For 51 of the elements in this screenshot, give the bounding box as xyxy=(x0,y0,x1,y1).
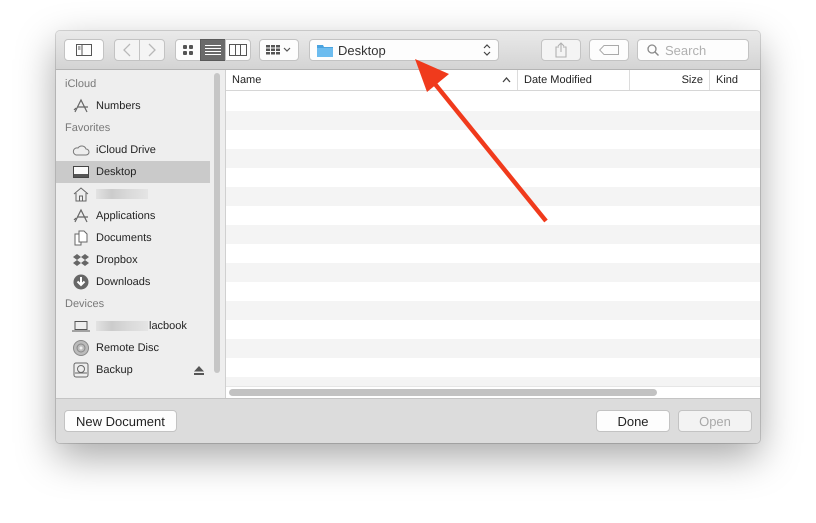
app-store-a-icon xyxy=(72,98,90,114)
search-field[interactable]: Search xyxy=(637,39,749,61)
new-document-button[interactable]: New Document xyxy=(64,410,177,432)
eject-icon[interactable] xyxy=(194,366,204,374)
column-view-button[interactable] xyxy=(225,39,251,61)
column-header[interactable]: Kind xyxy=(710,70,760,90)
sidebar-item[interactable]: lacbook xyxy=(56,315,210,337)
sidebar-item[interactable]: Dropbox xyxy=(56,249,210,271)
arrange-menu-button[interactable] xyxy=(259,39,299,61)
share-icon xyxy=(555,42,567,58)
folder-icon xyxy=(317,44,333,56)
tag-icon xyxy=(599,45,619,55)
grid-icon xyxy=(182,44,194,56)
list-view-button[interactable] xyxy=(200,39,226,61)
search-icon xyxy=(647,44,659,56)
sidebar-item[interactable]: Backup xyxy=(56,359,210,381)
download-icon xyxy=(72,274,90,290)
sidebar-item[interactable]: Numbers xyxy=(56,95,210,117)
grid-dropdown-icon xyxy=(266,45,292,55)
sidebar-item[interactable]: iCloud Drive xyxy=(56,139,210,161)
done-button[interactable]: Done xyxy=(596,410,670,432)
sidebar-item[interactable]: Documents xyxy=(56,227,210,249)
house-icon xyxy=(72,186,90,202)
sidebar-toggle-icon xyxy=(76,44,92,56)
list-icon xyxy=(205,44,221,56)
sidebar-section-header: Favorites xyxy=(64,121,112,136)
app-store-a-icon xyxy=(72,208,90,224)
chevron-right-icon xyxy=(148,43,156,57)
sidebar-item[interactable]: Downloads xyxy=(56,271,210,293)
column-header[interactable]: Size xyxy=(630,70,710,90)
disc-icon xyxy=(72,340,90,356)
sidebar-item[interactable]: Remote Disc xyxy=(56,337,210,359)
desktop-icon xyxy=(72,164,90,180)
document-icon xyxy=(72,230,90,246)
horizontal-scrollbar-thumb[interactable] xyxy=(229,389,657,396)
sidebar-section-header: iCloud xyxy=(64,77,98,92)
sidebar-toggle-button[interactable] xyxy=(64,39,104,61)
column-header[interactable]: Date Modified xyxy=(518,70,630,90)
sidebar-scrollbar[interactable] xyxy=(214,73,220,373)
sidebar-item[interactable]: Desktop xyxy=(56,161,210,183)
chevron-left-icon xyxy=(123,43,131,57)
dropbox-icon xyxy=(72,252,90,268)
up-down-arrows-icon xyxy=(483,44,491,56)
columns-icon xyxy=(229,44,247,56)
drive-icon xyxy=(72,362,90,378)
icon-view-button[interactable] xyxy=(175,39,201,61)
sidebar-section-header: Devices xyxy=(64,297,106,312)
sidebar-item[interactable]: Applications xyxy=(56,205,210,227)
laptop-icon xyxy=(72,318,90,334)
tag-button[interactable] xyxy=(589,39,629,61)
location-popup-button[interactable]: Desktop xyxy=(309,39,499,61)
